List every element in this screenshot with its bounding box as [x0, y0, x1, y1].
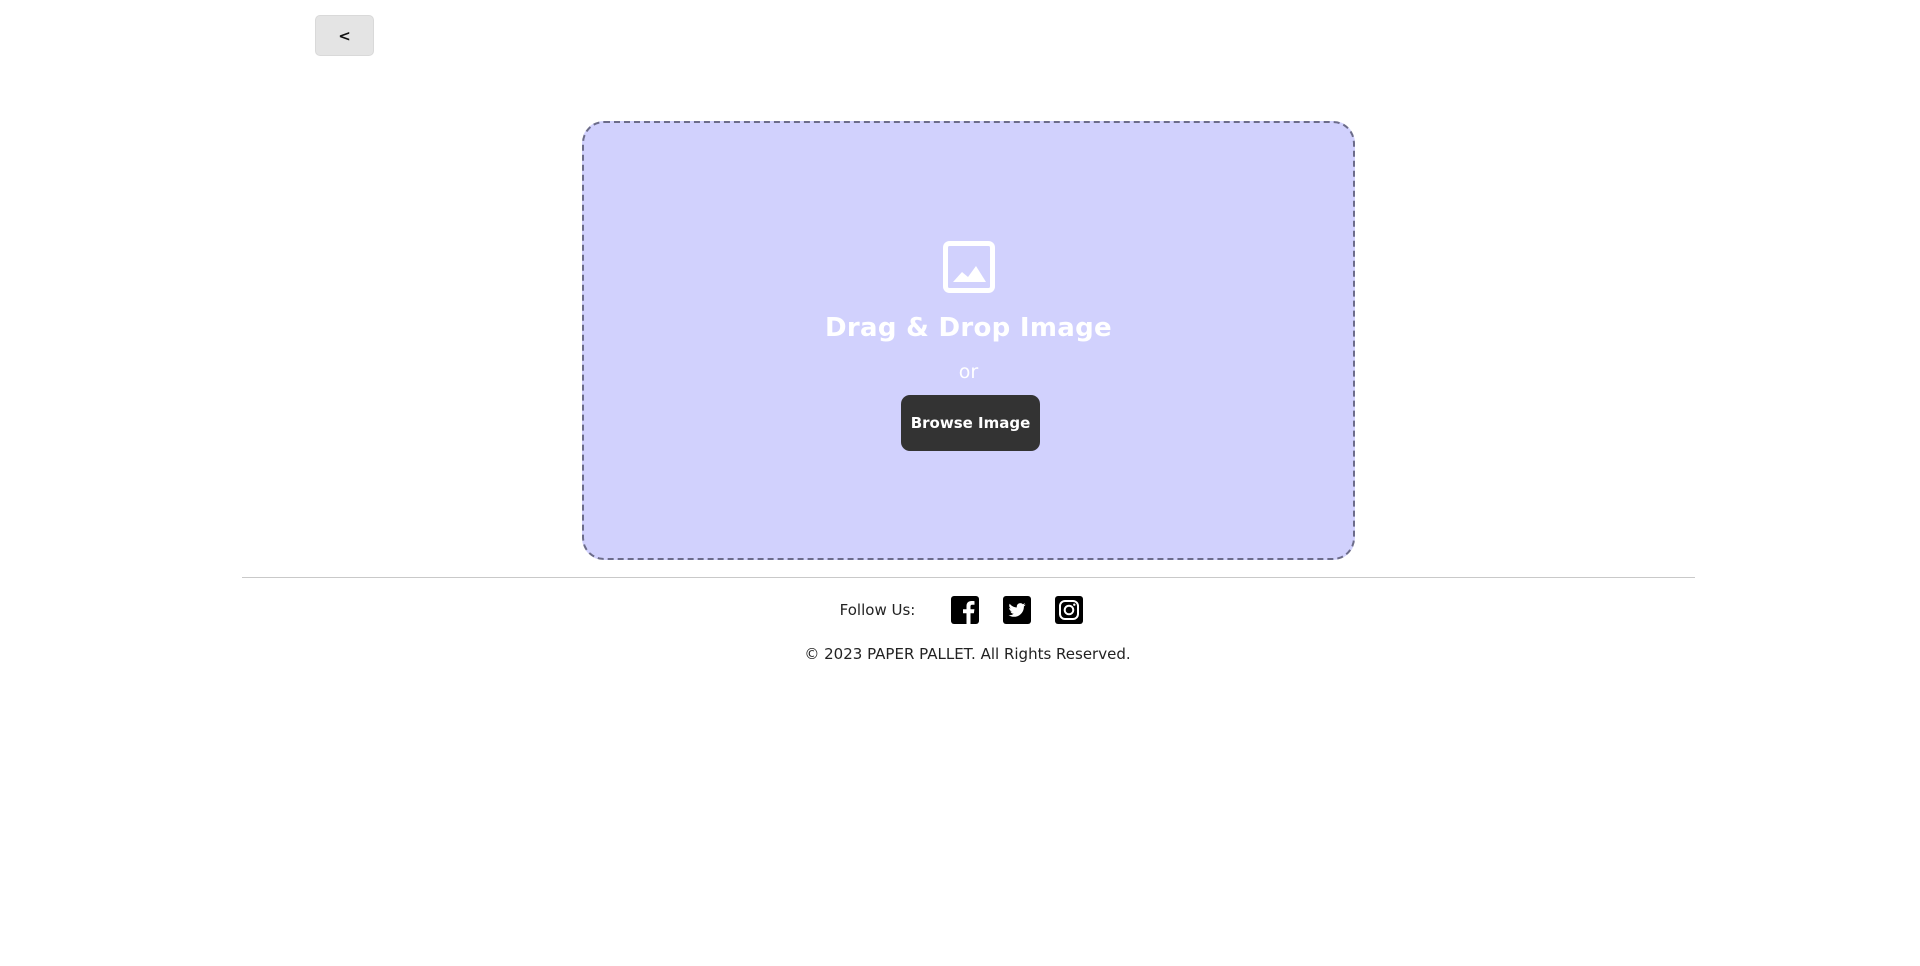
facebook-icon[interactable] — [951, 596, 980, 624]
dropzone-title: Drag & Drop Image — [825, 313, 1112, 343]
image-icon — [943, 241, 995, 293]
twitter-icon[interactable] — [1003, 596, 1032, 624]
browse-image-button[interactable]: Browse Image — [901, 395, 1040, 451]
back-button[interactable]: < — [315, 15, 374, 56]
dropzone-or-text: or — [958, 361, 979, 383]
footer-divider — [242, 577, 1695, 578]
social-links: Follow Us: — [0, 592, 1920, 628]
instagram-icon[interactable] — [1055, 596, 1084, 624]
follow-us-label: Follow Us: — [839, 601, 916, 619]
page: < Drag & Drop Image or Browse Image Foll… — [0, 0, 1920, 966]
image-dropzone[interactable]: Drag & Drop Image or Browse Image — [582, 121, 1355, 560]
copyright-text: © 2023 PAPER PALLET. All Rights Reserved… — [804, 645, 1131, 663]
